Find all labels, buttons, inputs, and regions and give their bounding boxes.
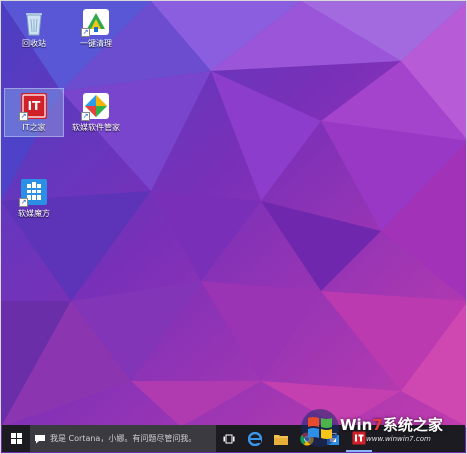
cortana-search-box[interactable]: 我是 Cortana，小娜。有问题尽管问我。 xyxy=(30,425,216,452)
shortcut-arrow-icon: ↗ xyxy=(81,112,90,121)
desktop-icon-rubik-cube[interactable]: ↗ 软媒魔方 xyxy=(5,177,63,219)
desktop-icon-label: IT之家 xyxy=(22,123,46,132)
task-view-button[interactable] xyxy=(216,425,242,452)
shortcut-arrow-icon: ↗ xyxy=(81,28,90,37)
desktop-icon-one-click-cleanup[interactable]: ↗ 一键清理 xyxy=(67,7,125,49)
watermark: Win7系统之家 www.winwin7.com xyxy=(274,408,464,450)
search-placeholder: 我是 Cortana，小娜。有问题尽管问我。 xyxy=(50,434,197,443)
ithome-icon-text: IT xyxy=(27,99,41,113)
desktop-icon-label: 软媒软件管家 xyxy=(72,123,120,132)
windows-flag-logo-icon xyxy=(301,409,339,447)
ithome-icon: IT ↗ xyxy=(19,91,49,121)
shortcut-arrow-icon: ↗ xyxy=(19,198,28,207)
task-view-icon xyxy=(223,434,235,443)
shortcut-arrow-icon: ↗ xyxy=(19,112,28,121)
windows-logo-icon xyxy=(10,433,22,444)
desktop-icon-label: 软媒魔方 xyxy=(18,209,50,218)
wallpaper xyxy=(1,1,466,427)
desktop-screen: 回收站 ↗ 一键清理 IT ↗ IT之家 ↗ 软媒软件管家 ↗ 软媒魔方 我是 … xyxy=(0,0,467,454)
watermark-url: www.winwin7.com xyxy=(366,435,431,443)
watermark-brand-suffix: 系统之家 xyxy=(382,416,443,434)
desktop-icon-label: 一键清理 xyxy=(80,39,112,48)
start-button[interactable] xyxy=(2,425,30,452)
watermark-brand: Win7系统之家 xyxy=(340,414,443,435)
cortana-icon xyxy=(35,434,45,443)
rubik-cube-icon: ↗ xyxy=(19,177,49,207)
desktop-icon-label: 回收站 xyxy=(22,39,46,48)
broom-cleanup-icon: ↗ xyxy=(81,7,111,37)
desktop-icon-ithome[interactable]: IT ↗ IT之家 xyxy=(4,88,64,137)
taskbar-app-edge[interactable] xyxy=(242,425,268,452)
watermark-brand-prefix: Win xyxy=(340,416,373,434)
software-manager-icon: ↗ xyxy=(81,91,111,121)
recycle-bin-icon xyxy=(19,7,49,37)
desktop-icon-software-manager[interactable]: ↗ 软媒软件管家 xyxy=(67,91,125,133)
watermark-brand-seven: 7 xyxy=(372,416,383,434)
edge-icon xyxy=(248,431,262,446)
desktop-icon-recycle-bin[interactable]: 回收站 xyxy=(5,7,63,49)
